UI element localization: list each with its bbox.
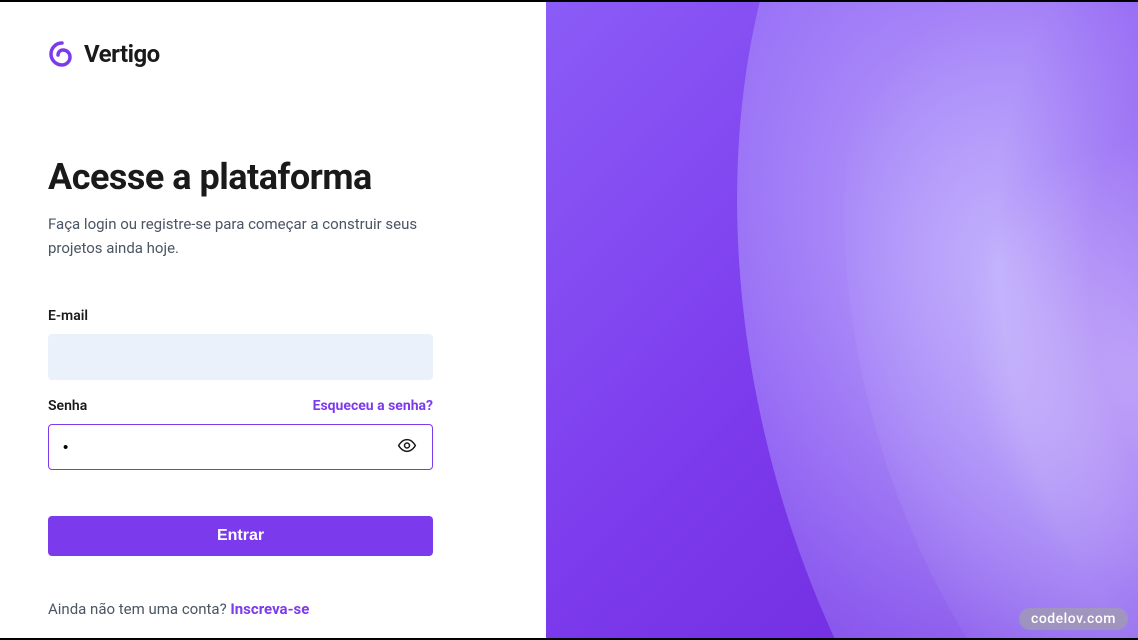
password-label: Senha: [48, 398, 87, 414]
decorative-panel: codelov.com: [546, 2, 1138, 638]
password-field[interactable]: [48, 424, 433, 470]
submit-button[interactable]: Entrar: [48, 516, 433, 556]
page-title: Acesse a plataforma: [48, 156, 498, 198]
email-field[interactable]: [48, 334, 433, 380]
email-group: E-mail: [48, 308, 498, 380]
password-group: Senha Esqueceu a senha?: [48, 398, 498, 470]
forgot-password-link[interactable]: Esqueceu a senha?: [313, 398, 433, 414]
eye-icon: [397, 436, 417, 459]
signup-prompt: Ainda não tem uma conta?: [48, 600, 230, 618]
brand-logo: Vertigo: [48, 40, 498, 68]
signup-link[interactable]: Inscreva-se: [230, 600, 309, 618]
page-subtitle: Faça login ou registre-se para começar a…: [48, 212, 428, 260]
watermark-badge: codelov.com: [1019, 608, 1128, 630]
signup-row: Ainda não tem uma conta? Inscreva-se: [48, 600, 498, 618]
vertigo-swirl-icon: [48, 40, 76, 68]
login-panel: Vertigo Acesse a plataforma Faça login o…: [0, 2, 546, 638]
email-label: E-mail: [48, 308, 498, 324]
toggle-password-visibility-button[interactable]: [393, 432, 421, 463]
brand-name: Vertigo: [84, 40, 160, 68]
